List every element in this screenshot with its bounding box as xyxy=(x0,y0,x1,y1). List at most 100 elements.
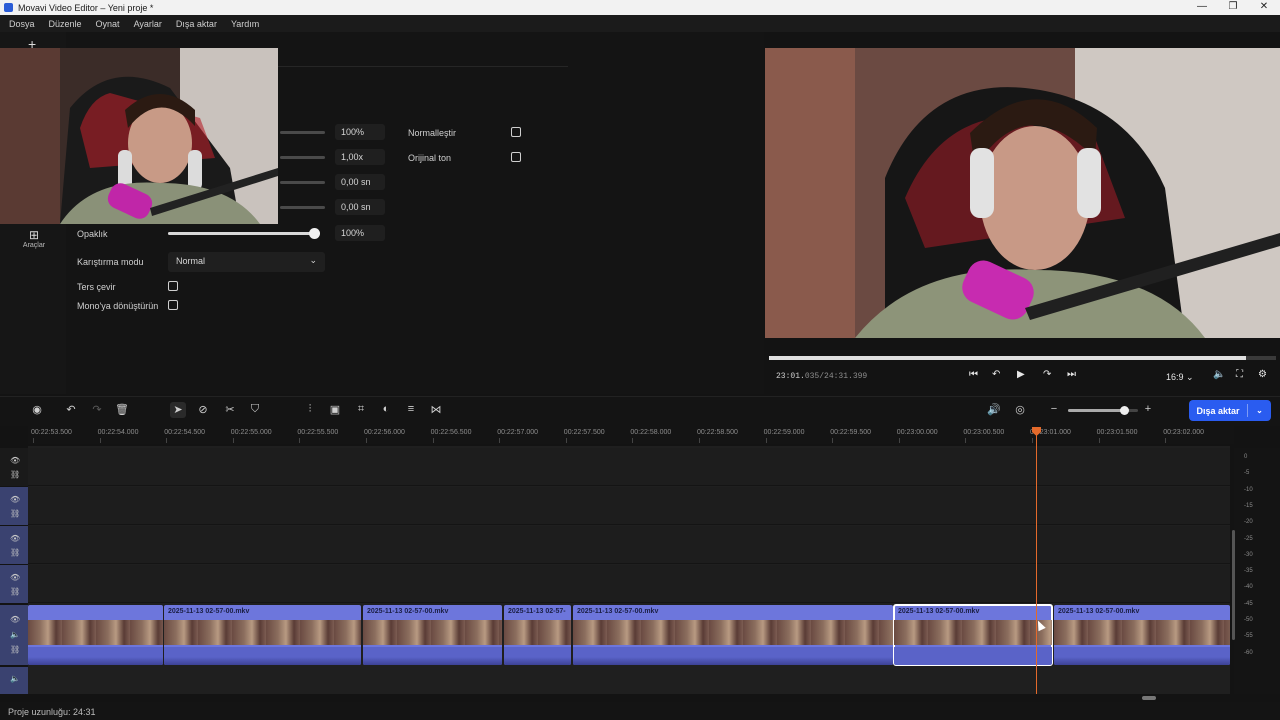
fullscreen-icon[interactable]: ⛶ xyxy=(1236,369,1243,380)
clip-name: 2025-11-13 02-57-00.mkv xyxy=(898,608,980,615)
clip-thumbnails xyxy=(1054,620,1230,645)
pointer-icon[interactable]: ➤ xyxy=(170,402,186,418)
record-icon[interactable]: ◉ xyxy=(29,403,45,416)
block-icon[interactable]: ⊘ xyxy=(195,403,211,416)
forward-icon[interactable]: ↷ xyxy=(1043,369,1051,380)
eye-icon[interactable]: 👁 xyxy=(10,573,20,582)
crop-icon[interactable]: ⌗ xyxy=(353,403,369,416)
aspect-ratio-select[interactable]: 16:9 ⌄ xyxy=(1166,372,1194,383)
eye-icon[interactable]: 👁 xyxy=(10,456,20,465)
horizontal-scrollbar[interactable] xyxy=(1142,696,1156,700)
eye-icon[interactable]: 👁 xyxy=(10,534,20,543)
zoom-slider-knob[interactable] xyxy=(1120,406,1129,415)
fade-out-field[interactable]: 0,00 sn xyxy=(335,199,385,215)
close-button[interactable]: ✕ xyxy=(1248,0,1280,15)
undo-icon[interactable]: ↶ xyxy=(63,403,79,416)
menu-export[interactable]: Dışa aktar xyxy=(176,19,217,29)
volume-icon[interactable]: 🔈 xyxy=(10,630,20,639)
opacity-field[interactable]: 100% xyxy=(335,225,385,241)
zoom-in-icon[interactable]: + xyxy=(1140,403,1156,415)
minimize-button[interactable]: — xyxy=(1186,0,1218,15)
clip-waveform-shade xyxy=(573,657,893,665)
skip-start-icon[interactable]: ⏮ xyxy=(969,369,978,380)
menu-settings[interactable]: Ayarlar xyxy=(134,19,162,29)
adjust-icon[interactable]: ≡ xyxy=(403,403,419,415)
menu-play[interactable]: Oynat xyxy=(96,19,120,29)
original-tone-checkbox[interactable] xyxy=(511,152,521,162)
status-bar: Proje uzunluğu: 24:31 xyxy=(0,702,1280,720)
eye-icon[interactable]: 👁 xyxy=(10,495,20,504)
video-preview[interactable] xyxy=(765,48,1280,338)
link-icon[interactable]: ⛓ xyxy=(10,470,20,479)
opacity-slider-knob[interactable] xyxy=(309,228,320,239)
ruler-tick xyxy=(99,438,101,443)
player-progress-bar[interactable] xyxy=(769,356,1276,360)
magnet-icon[interactable]: ◎ xyxy=(1012,403,1028,416)
clip-thumbnails xyxy=(363,620,502,645)
link-icon[interactable]: ⛓ xyxy=(10,587,20,596)
slider-track[interactable] xyxy=(280,181,325,184)
ruler-tick-label: 00:22:58.000 xyxy=(630,429,672,436)
gear-icon[interactable]: ⚙ xyxy=(1258,369,1267,380)
shield-icon[interactable]: ⛉ xyxy=(247,403,263,416)
video-clip[interactable]: 2025-11-13 02-57-00.mkv xyxy=(363,605,502,665)
volume-icon[interactable]: 🔈 xyxy=(1213,369,1225,380)
mono-checkbox[interactable] xyxy=(168,300,178,310)
link-icon[interactable]: ⛓ xyxy=(10,509,20,518)
color-icon[interactable]: ◐ xyxy=(378,403,394,415)
zoom-out-icon[interactable]: − xyxy=(1046,403,1062,415)
grid-icon: ⊞ xyxy=(28,228,40,242)
subtitle-icon[interactable]: ▣ xyxy=(327,403,343,416)
ruler-tick-label: 00:23:01.500 xyxy=(1096,429,1138,436)
ruler-tick-label: 00:22:56.500 xyxy=(430,429,472,436)
video-clip[interactable]: 2025-11-13 02-57-00.mkv xyxy=(1054,605,1230,665)
slider-track[interactable] xyxy=(280,206,325,209)
rewind-icon[interactable]: ↶ xyxy=(992,369,1000,380)
video-clip[interactable]: 2025-11-13 02-57-00.mkv xyxy=(164,605,361,665)
link-icon[interactable]: ⛓ xyxy=(10,645,20,654)
chevron-down-icon[interactable]: ⌄ xyxy=(1248,406,1271,415)
blend-mode-select[interactable]: Normal ⌄ xyxy=(168,252,325,272)
vertical-scrollbar[interactable] xyxy=(1232,530,1235,640)
clip-waveform-shade xyxy=(363,657,502,665)
track-row xyxy=(28,487,1230,525)
export-button[interactable]: Dışa aktar ⌄ xyxy=(1189,400,1271,421)
scissors-icon[interactable]: ✂ xyxy=(222,403,238,416)
maximize-button[interactable]: ❐ xyxy=(1217,0,1249,15)
audio-track-header: 🔈 xyxy=(0,667,28,694)
skip-end-icon[interactable]: ⏭ xyxy=(1067,369,1076,380)
ruler-tick xyxy=(299,438,301,443)
transition-icon[interactable]: ⋈ xyxy=(428,403,444,416)
video-clip[interactable] xyxy=(28,605,163,665)
slider-track[interactable] xyxy=(280,156,325,159)
ruler-tick xyxy=(366,438,367,443)
menu-help[interactable]: Yardım xyxy=(231,19,259,29)
split-icon[interactable]: ⫶ xyxy=(302,403,318,416)
ruler-tick xyxy=(33,438,34,443)
value-field[interactable]: 100% xyxy=(335,124,385,140)
video-clip[interactable]: 2025-11-13 02-57- xyxy=(504,605,571,665)
redo-icon[interactable]: ↷ xyxy=(89,403,105,416)
playhead[interactable] xyxy=(1036,430,1037,694)
volume-icon[interactable]: 🔈 xyxy=(10,674,20,683)
menu-file[interactable]: Dosya xyxy=(9,19,35,29)
tools-button[interactable]: ⊞ Araçlar xyxy=(20,228,48,249)
fade-in-field[interactable]: 0,00 sn xyxy=(335,174,385,190)
menu-bar: Dosya Düzenle Oynat Ayarlar Dışa aktar Y… xyxy=(0,15,1280,32)
clip-thumbnails xyxy=(894,620,1052,645)
normalize-checkbox[interactable] xyxy=(511,127,521,137)
clip-name: 2025-11-13 02-57-00.mkv xyxy=(168,608,250,615)
slider-track[interactable] xyxy=(280,131,325,134)
video-clip[interactable]: 2025-11-13 02-57-00.mkv xyxy=(573,605,893,665)
play-icon[interactable]: ▶ xyxy=(1017,369,1025,380)
audio-icon[interactable]: 🔊 xyxy=(986,403,1002,416)
opacity-label: Opaklık xyxy=(77,229,108,239)
link-icon[interactable]: ⛓ xyxy=(10,548,20,557)
menu-edit[interactable]: Düzenle xyxy=(49,19,82,29)
speed-field[interactable]: 1,00x xyxy=(335,149,385,165)
selected-video-clip[interactable]: 2025-11-13 02-57-00.mkv xyxy=(893,604,1053,666)
eye-icon[interactable]: 👁 xyxy=(10,615,20,624)
reverse-checkbox[interactable] xyxy=(168,281,178,291)
ruler-tick xyxy=(1165,438,1167,443)
trash-icon[interactable]: 🗑 xyxy=(114,403,130,416)
